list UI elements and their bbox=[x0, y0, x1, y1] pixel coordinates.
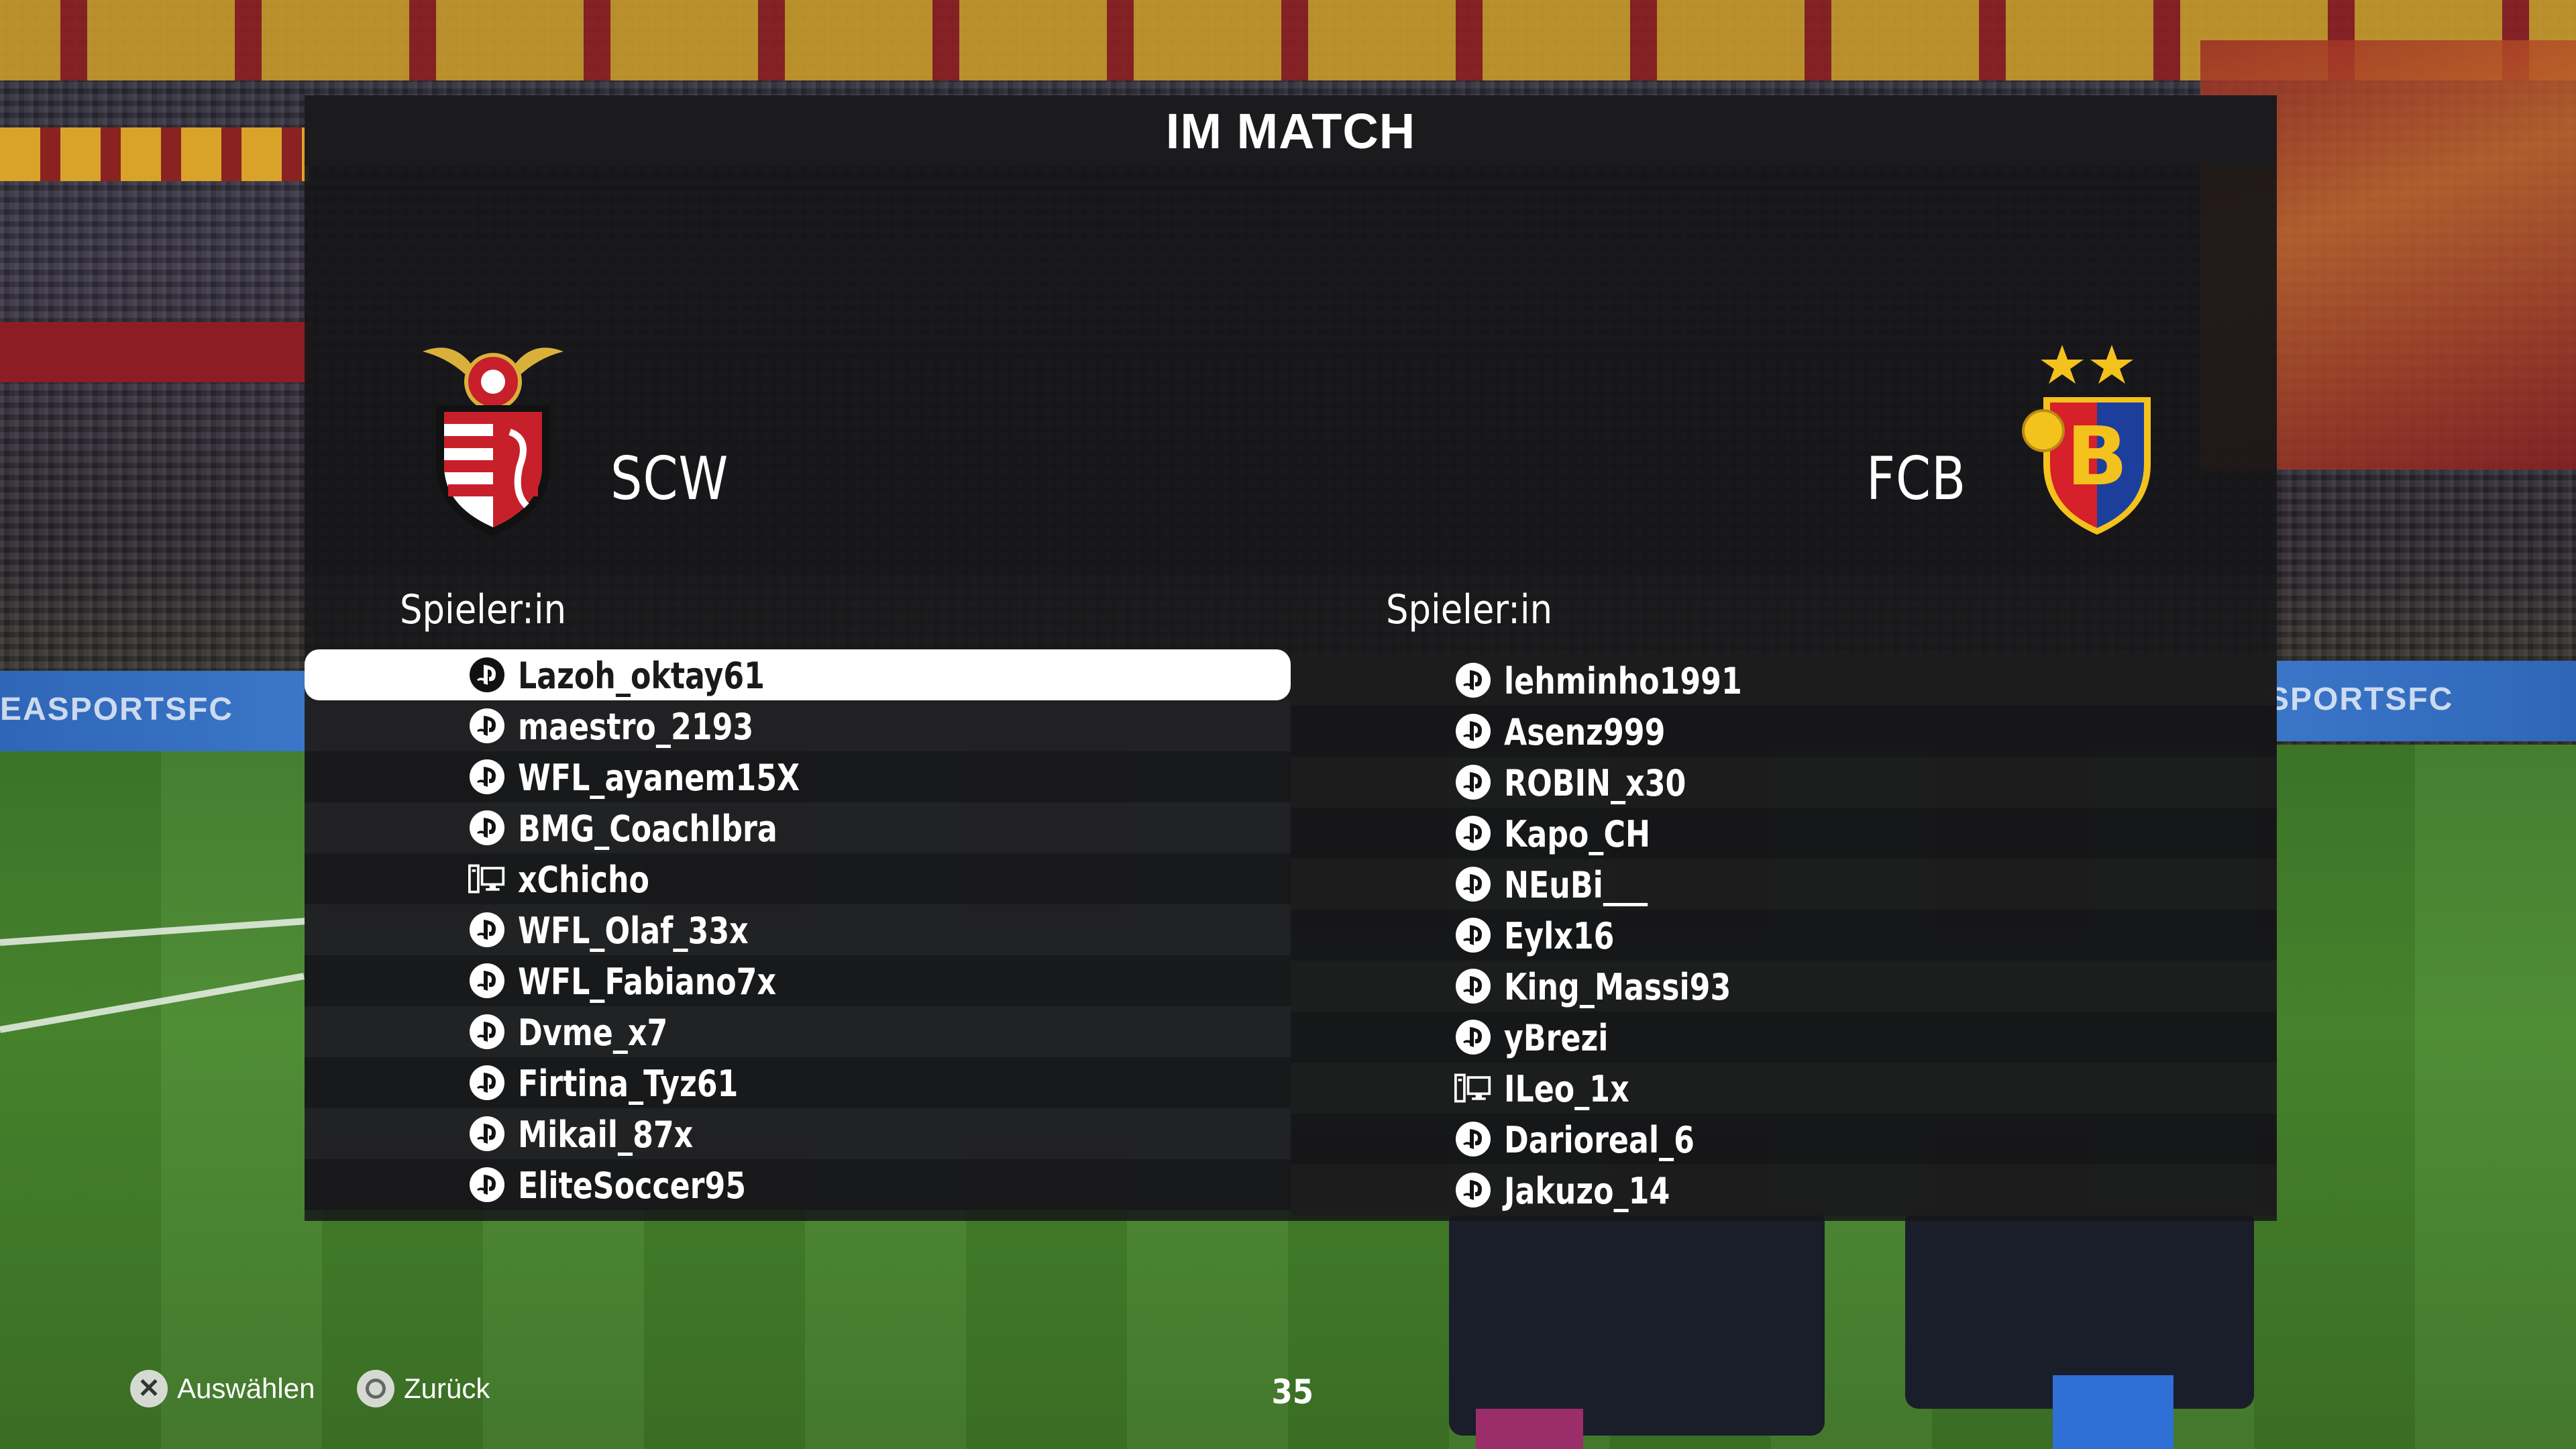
ad-board-left: EASPORTSFC bbox=[0, 671, 309, 751]
player-name: NEuBi___ bbox=[1504, 864, 1648, 906]
away-team-name: FCB bbox=[1866, 444, 1967, 513]
player-row[interactable]: BMG_CoachIbra bbox=[305, 802, 1291, 853]
player-row[interactable]: WFL_Olaf_33x bbox=[305, 904, 1291, 955]
fan-banner-red bbox=[0, 322, 309, 382]
player-row[interactable]: Dvme_x7 bbox=[305, 1006, 1291, 1057]
playstation-icon bbox=[468, 708, 506, 743]
home-player-list: Lazoh_oktay61 maestro_2193 WFL_ayanem15X BM… bbox=[305, 649, 1291, 1210]
back-label: Zurück bbox=[404, 1373, 490, 1404]
playstation-icon bbox=[1454, 714, 1492, 749]
svg-text:B: B bbox=[2066, 411, 2127, 504]
home-column-header: Spieler:in bbox=[400, 586, 567, 633]
player-name: King_Massi93 bbox=[1504, 966, 1731, 1008]
player-row[interactable]: NEuBi___ bbox=[1291, 859, 2277, 910]
player-name: Firtina_Tyz61 bbox=[518, 1063, 739, 1105]
playstation-icon bbox=[1454, 765, 1492, 800]
player-name: ILeo_1x bbox=[1504, 1068, 1629, 1110]
player-name: BMG_CoachIbra bbox=[518, 808, 777, 850]
away-team-crest-icon: B bbox=[2022, 345, 2151, 535]
player-row[interactable]: Eylx16 bbox=[1291, 910, 2277, 961]
countdown-timer: 35 bbox=[1271, 1373, 1314, 1411]
player-row[interactable]: ILeo_1x bbox=[1291, 1063, 2277, 1114]
player-row[interactable]: Asenz999 bbox=[1291, 706, 2277, 757]
page-title: IM MATCH bbox=[1165, 103, 1416, 159]
select-label: Auswählen bbox=[177, 1373, 315, 1404]
playstation-icon bbox=[468, 1167, 506, 1202]
player-name: Jakuzo_14 bbox=[1504, 1170, 1670, 1212]
home-team-name: SCW bbox=[610, 444, 729, 513]
ad-board-right: SPORTSFC bbox=[2267, 661, 2576, 741]
playstation-icon bbox=[468, 963, 506, 998]
home-team-crest-icon bbox=[423, 347, 564, 536]
playstation-icon bbox=[1454, 663, 1492, 698]
player-row[interactable]: lehminho1991 bbox=[1291, 655, 2277, 706]
fan-banner-top bbox=[0, 0, 2576, 80]
playstation-icon bbox=[1454, 969, 1492, 1004]
player-row[interactable]: Kapo_CH bbox=[1291, 808, 2277, 859]
player-name: Mikail_87x bbox=[518, 1114, 694, 1156]
ad-board-text: EASPORTSFC bbox=[0, 692, 234, 727]
player-name: EliteSoccer95 bbox=[518, 1165, 747, 1207]
player-name: lehminho1991 bbox=[1504, 660, 1742, 702]
pc-icon bbox=[1454, 1072, 1492, 1104]
player-row[interactable]: King_Massi93 bbox=[1291, 961, 2277, 1012]
select-button[interactable]: ✕ Auswählen bbox=[130, 1370, 315, 1407]
player-row[interactable]: Darioreal_6 bbox=[1291, 1114, 2277, 1165]
playstation-icon bbox=[1454, 918, 1492, 953]
playstation-icon bbox=[1454, 1122, 1492, 1157]
teams-header: SCW FCB B bbox=[305, 166, 2277, 574]
player-sock bbox=[1476, 1409, 1583, 1449]
player-name: Asenz999 bbox=[1504, 711, 1666, 753]
player-row[interactable]: ROBIN_x30 bbox=[1291, 757, 2277, 808]
player-row[interactable]: WFL_ayanem15X bbox=[305, 751, 1291, 802]
player-row[interactable]: xChicho bbox=[305, 853, 1291, 904]
player-name: yBrezi bbox=[1504, 1017, 1609, 1059]
player-name: ROBIN_x30 bbox=[1504, 762, 1686, 804]
fan-banner-left bbox=[0, 127, 309, 181]
playstation-icon bbox=[1454, 816, 1492, 851]
player-row[interactable]: Mikail_87x bbox=[305, 1108, 1291, 1159]
playstation-icon bbox=[468, 1116, 506, 1151]
back-button[interactable]: Zurück bbox=[357, 1370, 490, 1407]
player-sock bbox=[2053, 1375, 2174, 1449]
player-name: maestro_2193 bbox=[518, 706, 754, 748]
playstation-icon bbox=[1454, 1020, 1492, 1055]
playstation-icon bbox=[468, 912, 506, 947]
player-name: Kapo_CH bbox=[1504, 813, 1651, 855]
player-name: xChicho bbox=[518, 859, 649, 901]
ad-board-text-right: SPORTSFC bbox=[2267, 682, 2454, 717]
playstation-icon bbox=[468, 657, 506, 692]
title-bar: IM MATCH bbox=[305, 95, 2277, 166]
player-name: WFL_Fabiano7x bbox=[518, 961, 777, 1003]
playstation-icon bbox=[468, 1014, 506, 1049]
playstation-icon bbox=[468, 810, 506, 845]
circle-button-icon bbox=[357, 1370, 394, 1407]
players-on-pitch bbox=[1449, 1208, 2267, 1449]
playstation-icon bbox=[468, 759, 506, 794]
player-row[interactable]: WFL_Fabiano7x bbox=[305, 955, 1291, 1006]
player-name: Darioreal_6 bbox=[1504, 1119, 1695, 1161]
player-row[interactable]: Lazoh_oktay61 bbox=[305, 649, 1291, 700]
playstation-icon bbox=[1454, 1173, 1492, 1208]
playstation-icon bbox=[468, 1065, 506, 1100]
player-name: WFL_Olaf_33x bbox=[518, 910, 749, 952]
player-row[interactable]: EliteSoccer95 bbox=[305, 1159, 1291, 1210]
pc-icon bbox=[468, 863, 506, 895]
player-name: Dvme_x7 bbox=[518, 1012, 668, 1054]
player-name: Lazoh_oktay61 bbox=[518, 655, 765, 697]
away-column-header: Spieler:in bbox=[1386, 586, 1553, 633]
cross-button-icon: ✕ bbox=[130, 1370, 168, 1407]
away-player-list: lehminho1991 Asenz999 ROBIN_x30 Kapo_CH NEuB… bbox=[1291, 655, 2277, 1216]
player-shorts bbox=[1449, 1208, 1825, 1436]
in-match-panel: IM MATCH SCW FCB B Spieler:in Spieler:in… bbox=[305, 95, 2277, 1221]
player-row[interactable]: Firtina_Tyz61 bbox=[305, 1057, 1291, 1108]
player-row[interactable]: yBrezi bbox=[1291, 1012, 2277, 1063]
playstation-icon bbox=[1454, 867, 1492, 902]
player-row[interactable]: Jakuzo_14 bbox=[1291, 1165, 2277, 1216]
player-row[interactable]: maestro_2193 bbox=[305, 700, 1291, 751]
player-name: Eylx16 bbox=[1504, 915, 1615, 957]
player-name: WFL_ayanem15X bbox=[518, 757, 800, 799]
